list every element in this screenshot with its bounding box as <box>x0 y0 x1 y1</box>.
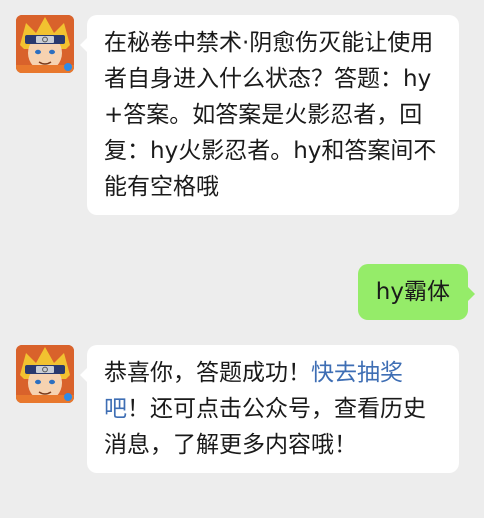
message-bubble[interactable]: hy霸体 <box>357 264 476 320</box>
message-text: 在秘卷中禁术·阴愈伤灭能让使用者自身进入什么状态？答题：hy+答案。如答案是火影… <box>104 30 437 200</box>
naruto-avatar-icon[interactable] <box>16 345 74 403</box>
message-text: 恭喜你，答题成功！ <box>104 360 311 386</box>
message-text: hy霸体 <box>375 279 450 305</box>
naruto-avatar-icon[interactable] <box>16 15 74 73</box>
message-bubble[interactable]: 在秘卷中禁术·阴愈伤灭能让使用者自身进入什么状态？答题：hy+答案。如答案是火影… <box>80 15 459 215</box>
message-bubble[interactable]: 恭喜你，答题成功！快去抽奖吧！还可点击公众号，查看历史消息，了解更多内容哦！ <box>80 345 459 473</box>
avatar-illustration <box>16 345 74 403</box>
message-row-incoming: 恭喜你，答题成功！快去抽奖吧！还可点击公众号，查看历史消息，了解更多内容哦！ <box>0 330 484 518</box>
message-row-incoming: 在秘卷中禁术·阴愈伤灭能让使用者自身进入什么状态？答题：hy+答案。如答案是火影… <box>0 0 484 250</box>
avatar-illustration <box>16 15 74 73</box>
message-text: ！还可点击公众号，查看历史消息，了解更多内容哦！ <box>104 396 426 458</box>
message-row-outgoing: hy霸体 <box>0 250 484 330</box>
